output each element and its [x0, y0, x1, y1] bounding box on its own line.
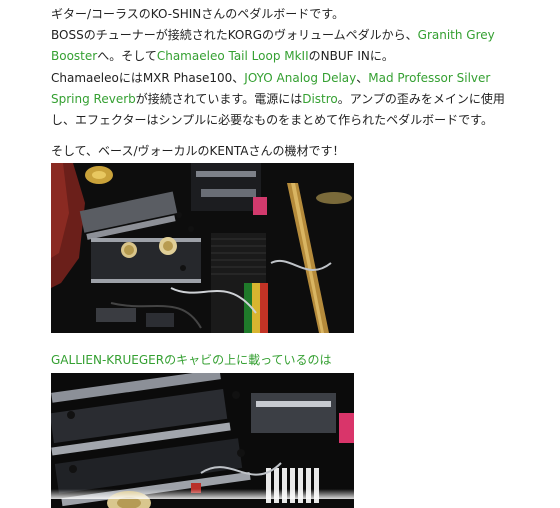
bass-rig-photo: [51, 163, 354, 334]
link-distro[interactable]: Distro: [302, 92, 338, 106]
paragraph-bass-intro: そして、ベース/ヴォーカルのKENTAさんの機材です！: [51, 144, 345, 159]
paragraph-intro: ギター/コーラスのKO-SHINさんのペダルボードです。: [51, 7, 345, 21]
section-heading: GALLIEN-KRUEGERのキャビの上に載っているのは: [51, 350, 521, 371]
paragraph-effects: ChamaeleoにはMXR Phase100、JOYO Analog Dela…: [51, 70, 505, 128]
article-body: ギター/コーラスのKO-SHINさんのペダルボードです。 BOSSのチューナーが…: [51, 0, 521, 508]
link-chamaeleo-tail-loop[interactable]: Chamaeleo Tail Loop MkII: [157, 49, 309, 63]
bottom-fade: [0, 489, 560, 499]
link-joyo-analog-delay[interactable]: JOYO Analog Delay: [244, 71, 356, 85]
cabinet-top-photo-image: [51, 373, 354, 508]
paragraph-signal-chain: BOSSのチューナーが接続されたKORGのヴォリュームペダルから、Granith…: [51, 28, 495, 64]
link-gallien-krueger[interactable]: GALLIEN-KRUEGERのキャビの上に載っているのは: [51, 353, 332, 367]
bass-rig-photo-image: [51, 163, 354, 334]
cabinet-top-photo: [51, 373, 354, 508]
